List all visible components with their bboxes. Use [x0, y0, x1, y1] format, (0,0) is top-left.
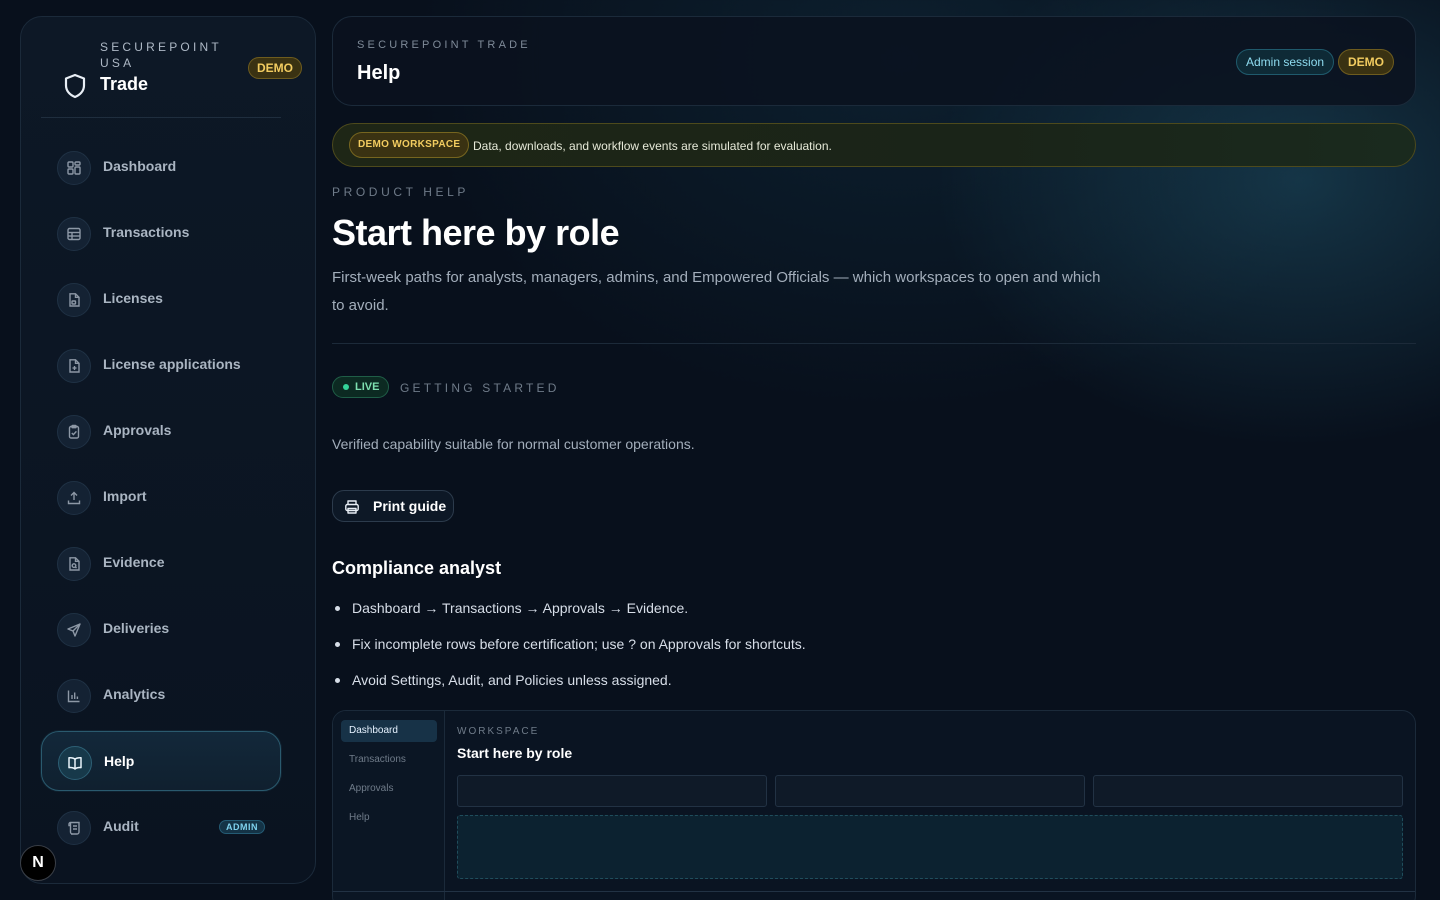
sidebar-item-label: Approvals [103, 422, 172, 438]
divider [332, 343, 1416, 344]
admin-session-badge: Admin session [1236, 49, 1335, 75]
divider [41, 117, 281, 118]
sidebar-nav: Dashboard Transactions Licenses License … [41, 137, 281, 863]
sidebar: SECUREPOINT USA Trade DEMO Dashboard Tra… [20, 16, 316, 884]
verified-text: Verified capability suitable for normal … [332, 436, 695, 452]
scroll-icon [57, 811, 91, 845]
preview-nav-dashboard: Dashboard [341, 720, 437, 742]
admin-badge: ADMIN [219, 820, 265, 834]
print-guide-button[interactable]: Print guide [332, 490, 454, 522]
grid-icon [57, 151, 91, 185]
role-steps-list: Dashboard → Transactions → Approvals → E… [332, 598, 1132, 706]
sidebar-item-label: Analytics [103, 686, 166, 702]
demo-badge: DEMO [248, 57, 302, 79]
sidebar-item-label: Transactions [103, 224, 190, 240]
file-plus-icon [57, 349, 91, 383]
book-open-icon [58, 746, 92, 780]
main-heading: Start here by role [332, 212, 620, 253]
bar-chart-icon [57, 679, 91, 713]
file-license-icon [57, 283, 91, 317]
getting-started-label: GETTING STARTED [400, 381, 560, 395]
sidebar-item-approvals[interactable]: Approvals [41, 401, 281, 461]
sidebar-item-analytics[interactable]: Analytics [41, 665, 281, 725]
list-item: Fix incomplete rows before certification… [332, 634, 1132, 670]
table-icon [57, 217, 91, 251]
upload-icon [57, 481, 91, 515]
sidebar-item-audit[interactable]: Audit ADMIN [41, 797, 281, 857]
demo-banner-text: Data, downloads, and workflow events are… [473, 139, 832, 153]
preview-card [775, 775, 1085, 807]
demo-banner: DEMO WORKSPACE Data, downloads, and work… [332, 123, 1416, 167]
sidebar-item-licenses[interactable]: Licenses [41, 269, 281, 329]
sidebar-item-license-applications[interactable]: License applications [41, 335, 281, 395]
sidebar-item-label: Help [104, 753, 135, 769]
sidebar-item-label: Evidence [103, 554, 165, 570]
lead-paragraph: First-week paths for analysts, managers,… [332, 269, 1101, 314]
preview-card [1093, 775, 1403, 807]
live-status-badge: LIVE [332, 376, 390, 398]
brand-org: SECUREPOINT USA [100, 40, 222, 70]
page-title: Help [357, 62, 401, 84]
preview-eyebrow: WORKSPACE [457, 726, 540, 737]
sidebar-item-label: Dashboard [103, 158, 177, 174]
sidebar-item-label: Audit [103, 818, 139, 834]
preview-placeholder [457, 815, 1403, 879]
preview-divider [333, 891, 1415, 892]
sidebar-item-label: Deliveries [103, 620, 170, 636]
preview-card [457, 775, 767, 807]
sidebar-item-label: Licenses [103, 290, 163, 306]
sidebar-item-label: License applications [103, 356, 241, 372]
next-dev-button[interactable]: N [20, 845, 56, 881]
print-guide-label: Print guide [373, 498, 447, 514]
list-item: Dashboard → Transactions → Approvals → E… [332, 598, 1132, 634]
preview-sidebar: Dashboard Transactions Approvals Help [333, 711, 445, 900]
printer-icon [345, 500, 359, 514]
sidebar-item-evidence[interactable]: Evidence [41, 533, 281, 593]
send-icon [57, 613, 91, 647]
workspace-preview: Dashboard Transactions Approvals Help WO… [332, 710, 1416, 900]
preview-nav-approvals: Approvals [349, 783, 394, 794]
preview-nav-transactions: Transactions [349, 754, 406, 765]
clipboard-check-icon [57, 415, 91, 449]
sidebar-item-dashboard[interactable]: Dashboard [41, 137, 281, 197]
header-eyebrow: SECUREPOINT TRADE [357, 39, 531, 51]
sidebar-item-help[interactable]: Help [41, 731, 281, 791]
header-demo-badge: DEMO [1338, 49, 1394, 75]
section-kicker: PRODUCT HELP [332, 185, 469, 199]
sidebar-item-label: Import [103, 488, 147, 504]
sidebar-item-transactions[interactable]: Transactions [41, 203, 281, 263]
preview-nav-help: Help [349, 812, 370, 823]
brand[interactable]: SECUREPOINT USA Trade DEMO [41, 37, 302, 117]
demo-workspace-pill: DEMO WORKSPACE [349, 132, 470, 158]
brand-app-name: Trade [100, 74, 149, 94]
role-heading: Compliance analyst [332, 558, 502, 578]
preview-title: Start here by role [457, 745, 573, 761]
page-header: SECUREPOINT TRADE Help Admin session DEM… [332, 16, 1416, 106]
sidebar-item-import[interactable]: Import [41, 467, 281, 527]
file-search-icon [57, 547, 91, 581]
list-item: Avoid Settings, Audit, and Policies unle… [332, 670, 1132, 706]
shield-icon [64, 73, 86, 99]
sidebar-item-deliveries[interactable]: Deliveries [41, 599, 281, 659]
